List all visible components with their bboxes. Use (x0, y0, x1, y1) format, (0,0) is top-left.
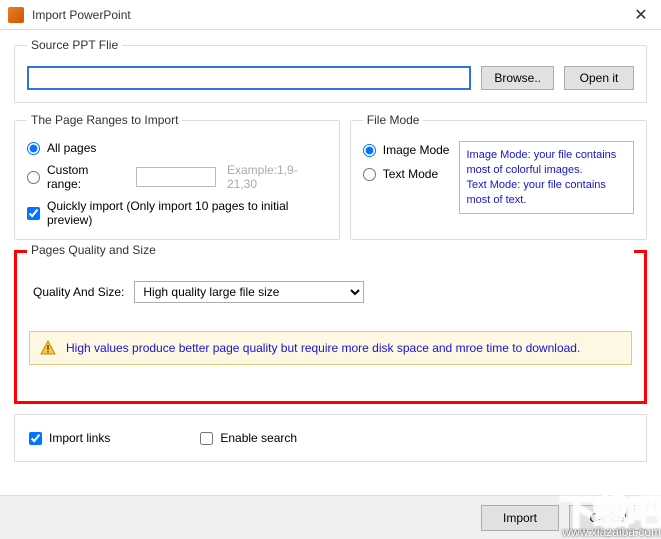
text-mode-radio[interactable] (363, 168, 376, 181)
warning-icon (40, 340, 56, 356)
text-mode-label: Text Mode (383, 167, 438, 181)
all-pages-label: All pages (47, 141, 96, 155)
options-group: Import links Enable search (14, 414, 647, 462)
file-mode-legend: File Mode (363, 113, 424, 127)
quick-import-label: Quickly import (Only import 10 pages to … (47, 199, 327, 227)
file-mode-group: File Mode Image Mode Text Mode Image Mod… (350, 113, 647, 240)
import-links-label: Import links (49, 431, 110, 445)
file-mode-hint: Image Mode: your file contains most of c… (459, 141, 634, 214)
browse-button[interactable]: Browse.. (481, 66, 554, 90)
dialog-footer: Import Cancel (0, 495, 661, 539)
all-pages-radio[interactable] (27, 142, 40, 155)
quality-warning: High values produce better page quality … (29, 331, 632, 365)
import-links-checkbox[interactable] (29, 432, 42, 445)
source-path-input[interactable] (27, 66, 471, 90)
quality-group: Pages Quality and Size Quality And Size:… (14, 250, 647, 404)
image-mode-radio[interactable] (363, 144, 376, 157)
enable-search-label: Enable search (220, 431, 297, 445)
quality-select[interactable]: High quality large file size (134, 281, 364, 303)
custom-range-radio[interactable] (27, 171, 40, 184)
quick-import-checkbox[interactable] (27, 207, 40, 220)
cancel-button[interactable]: Cancel (569, 505, 647, 531)
quality-legend: Pages Quality and Size (27, 243, 634, 257)
source-legend: Source PPT Flie (27, 38, 122, 52)
app-icon (8, 7, 24, 23)
image-mode-label: Image Mode (383, 143, 450, 157)
source-group: Source PPT Flie Browse.. Open it (14, 38, 647, 103)
quality-label: Quality And Size: (33, 285, 124, 299)
custom-range-label: Custom range: (47, 163, 125, 191)
enable-search-checkbox[interactable] (200, 432, 213, 445)
page-ranges-group: The Page Ranges to Import All pages Cust… (14, 113, 340, 240)
open-button[interactable]: Open it (564, 66, 634, 90)
custom-range-input[interactable] (136, 167, 216, 187)
range-example-text: Example:1,9-21,30 (227, 163, 327, 191)
page-ranges-legend: The Page Ranges to Import (27, 113, 182, 127)
quality-warning-text: High values produce better page quality … (66, 341, 580, 355)
window-title: Import PowerPoint (32, 8, 621, 22)
import-button[interactable]: Import (481, 505, 559, 531)
close-button[interactable]: ✕ (621, 0, 661, 30)
